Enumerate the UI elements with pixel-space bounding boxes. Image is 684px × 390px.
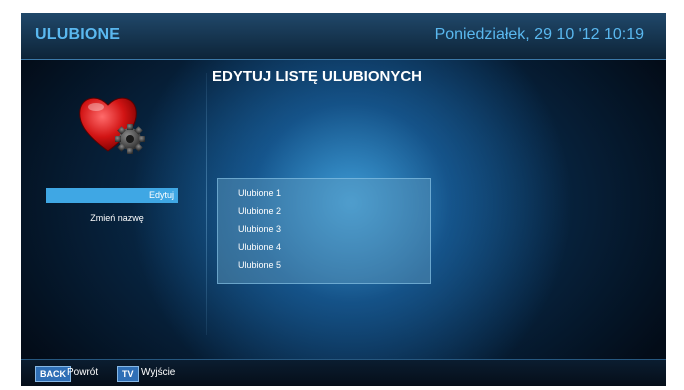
tv-screen: ULUBIONE Poniedziałek, 29 10 '12 10:19 E… — [21, 13, 666, 386]
menu-item-edytuj[interactable]: Edytuj — [46, 188, 178, 203]
menu-item-zmien-nazwe[interactable]: Zmień nazwę — [46, 211, 178, 226]
list-item[interactable]: Ulubione 2 — [218, 202, 430, 220]
header-bar: ULUBIONE Poniedziałek, 29 10 '12 10:19 — [21, 13, 666, 60]
datetime-display: Poniedziałek, 29 10 '12 10:19 — [434, 26, 644, 43]
favorites-list: Ulubione 1 Ulubione 2 Ulubione 3 Ulubion… — [217, 178, 431, 284]
exit-label: Wyjście — [141, 367, 176, 378]
list-item[interactable]: Ulubione 4 — [218, 238, 430, 256]
vertical-divider — [206, 73, 207, 335]
page-title: ULUBIONE — [35, 26, 121, 43]
tv-key-badge[interactable]: TV — [117, 366, 139, 382]
section-heading: EDYTUJ LISTĘ ULUBIONYCH — [212, 68, 423, 85]
back-key-badge[interactable]: BACK — [35, 366, 71, 382]
back-label: Powrót — [67, 367, 99, 378]
footer-bar: BACK Powrót TV Wyjście — [21, 359, 666, 386]
list-item[interactable]: Ulubione 5 — [218, 256, 430, 274]
list-item[interactable]: Ulubione 1 — [218, 184, 430, 202]
heart-gear-icon — [79, 97, 145, 154]
list-item[interactable]: Ulubione 3 — [218, 220, 430, 238]
side-menu: Edytuj Zmień nazwę — [46, 188, 178, 234]
